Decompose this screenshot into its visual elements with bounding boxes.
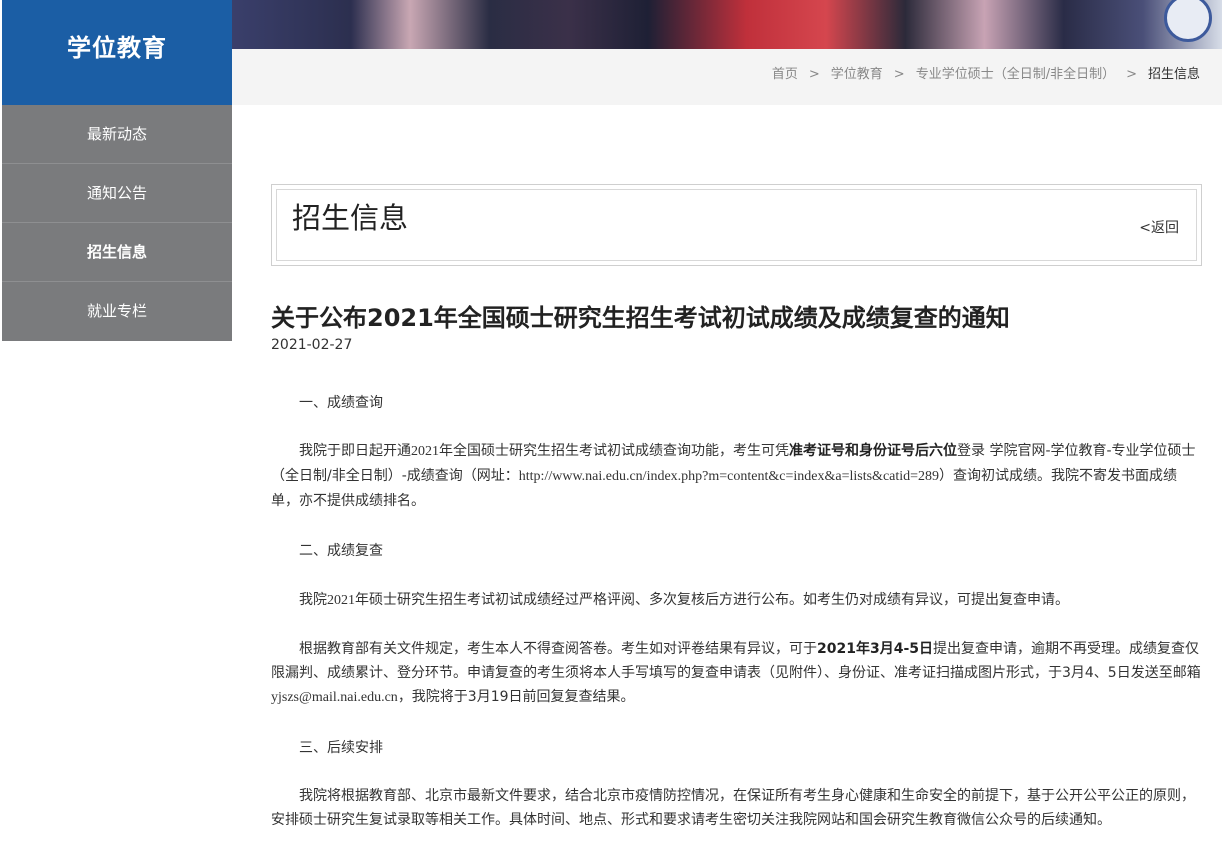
breadcrumb: 首页 > 学位教育 > 专业学位硕士（全日制/非全日制） > 招生信息 [772,49,1200,105]
p3-text-c: ，我院将于3月19日前回复复查结果。 [397,689,635,705]
paragraph-score-query: 我院于即日起开通2021年全国硕士研究生招生考试初试成绩查询功能，考生可凭准考证… [271,439,1202,513]
header-banner-image [232,0,1222,49]
sidebar-item-latest-news[interactable]: 最新动态 [2,105,232,164]
sidebar-item-employment[interactable]: 就业专栏 [2,282,232,340]
breadcrumb-separator: > [1126,67,1137,82]
heading-score-review-text: 二、成绩复查 [299,543,383,559]
section-title: 招生信息 [292,201,409,235]
breadcrumb-home[interactable]: 首页 [772,67,798,82]
score-query-url-link[interactable]: http://www.nai.edu.cn/index.php?m=conten… [519,469,939,484]
heading-score-query: 一、成绩查询 [271,391,1202,415]
sidebar-item-admissions[interactable]: 招生信息 [2,223,232,282]
p3-text-a: 根据教育部有关文件规定，考生本人不得查阅答卷。考生如对评卷结果有异议，可于 [299,641,817,657]
p2-text-b: 年硕士研究生招生考试初试成绩经过严格评阅、多次复核后方进行公布。如考生仍对成绩有… [355,592,1069,608]
breadcrumb-current: 招生信息 [1147,67,1200,82]
paragraph-review-intro: 我院2021年硕士研究生招生考试初试成绩经过严格评阅、多次复核后方进行公布。如考… [271,588,1202,613]
site-logo-text: 学位教育 [67,34,167,62]
site-logo[interactable]: 学位教育 [2,0,232,105]
sidebar-nav: 最新动态 通知公告 招生信息 就业专栏 [2,105,232,341]
article-date: 2021-02-27 [271,337,353,353]
heading-follow-up-text: 三、后续安排 [299,740,383,756]
heading-score-review: 二、成绩复查 [271,539,1202,563]
p2-year: 2021 [327,593,355,608]
section-header-frame [276,189,1197,261]
p4-text: 我院将根据教育部、北京市最新文件要求，结合北京市疫情防控情况，在保证所有考生身心… [271,788,1195,828]
breadcrumb-separator: > [808,67,820,82]
breadcrumb-professional-master[interactable]: 专业学位硕士（全日制/非全日制） [916,67,1115,82]
section-header-box: 招生信息 <返回 [271,184,1202,266]
breadcrumb-degree-education[interactable]: 学位教育 [831,67,883,82]
heading-follow-up: 三、后续安排 [271,736,1202,760]
sidebar-item-notices[interactable]: 通知公告 [2,164,232,223]
paragraph-follow-up: 我院将根据教育部、北京市最新文件要求，结合北京市疫情防控情况，在保证所有考生身心… [271,784,1202,832]
paragraph-review-rules: 根据教育部有关文件规定，考生本人不得查阅答卷。考生如对评卷结果有异议，可于202… [271,637,1202,710]
article-title: 关于公布2021年全国硕士研究生招生考试初试成绩及成绩复查的通知 [271,304,1010,332]
breadcrumb-bar: 首页 > 学位教育 > 专业学位硕士（全日制/非全日制） > 招生信息 [232,49,1222,105]
p1-year: 2021 [411,444,439,459]
review-email-link[interactable]: yjszs@mail.nai.edu.cn [271,690,398,705]
p2-text-a: 我院 [299,592,327,608]
breadcrumb-separator: > [893,67,905,82]
heading-score-query-text: 一、成绩查询 [299,395,383,411]
p1-text-a: 我院于即日起开通 [299,443,411,459]
p1-text-b: 年全国硕士研究生招生考试初试成绩查询功能，考生可凭 [439,443,789,459]
p1-bold-credentials: 准考证号和身份证号后六位 [789,443,957,459]
p3-bold-date: 2021年3月4-5日 [817,641,933,657]
back-link[interactable]: <返回 [1139,217,1179,237]
university-seal-icon [1164,0,1212,42]
